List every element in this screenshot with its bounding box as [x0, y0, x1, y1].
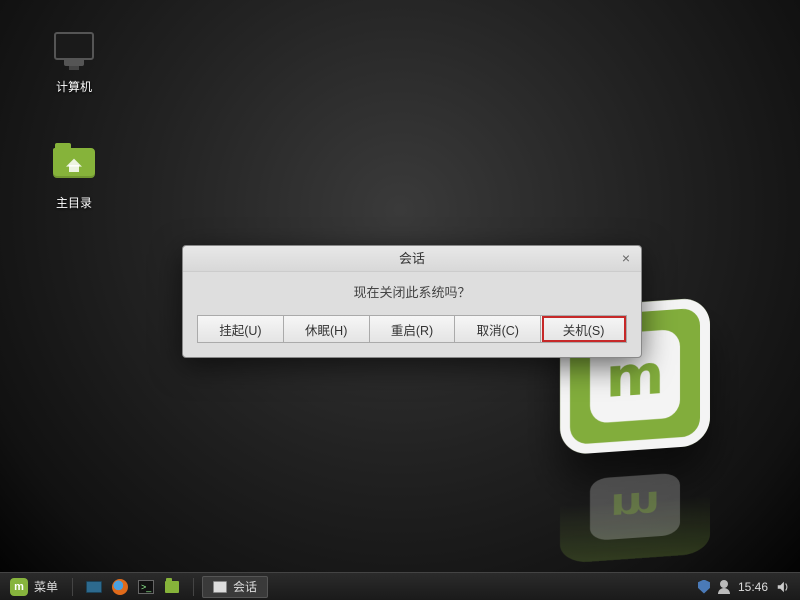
hibernate-button[interactable]: 休眠(H): [284, 315, 370, 343]
shutdown-button[interactable]: 关机(S): [541, 315, 627, 343]
files-launcher[interactable]: [161, 577, 183, 597]
restart-button[interactable]: 重启(R): [370, 315, 456, 343]
session-dialog: 会话 × 现在关闭此系统吗？ 挂起(U) 休眠(H) 重启(R) 取消(C) 关…: [182, 245, 642, 358]
firefox-launcher[interactable]: [109, 577, 131, 597]
clock[interactable]: 15:46: [738, 580, 768, 594]
dialog-title: 会话: [399, 251, 425, 266]
system-tray: 15:46: [688, 580, 800, 594]
taskbar-separator: [72, 578, 73, 596]
dialog-message: 现在关闭此系统吗？: [197, 282, 627, 301]
dialog-close-button[interactable]: ×: [617, 250, 635, 268]
cancel-button[interactable]: 取消(C): [455, 315, 541, 343]
taskbar: m 菜单 >_ 会话 15:46: [0, 572, 800, 600]
volume-icon: [776, 580, 790, 594]
user-icon: [718, 580, 730, 594]
dialog-icon: [213, 581, 227, 593]
security-tray-icon[interactable]: [698, 580, 710, 594]
user-tray-icon[interactable]: [718, 580, 730, 594]
desktop-icon-computer[interactable]: 计算机: [34, 32, 114, 95]
firefox-icon: [112, 579, 128, 595]
task-label: 会话: [233, 578, 257, 595]
show-desktop-launcher[interactable]: [83, 577, 105, 597]
dialog-button-row: 挂起(U) 休眠(H) 重启(R) 取消(C) 关机(S): [197, 315, 627, 343]
terminal-launcher[interactable]: >_: [135, 577, 157, 597]
terminal-icon: >_: [138, 580, 154, 594]
menu-label: 菜单: [34, 578, 58, 595]
computer-icon: [50, 32, 98, 74]
clock-text: 15:46: [738, 580, 768, 594]
desktop-icon-home[interactable]: 主目录: [34, 140, 114, 211]
shield-icon: [698, 580, 710, 594]
desktop-icon-label: 计算机: [34, 78, 114, 95]
files-icon: [165, 581, 179, 593]
desktop-icon: [86, 581, 102, 593]
quick-launch: >_: [77, 577, 189, 597]
mint-logo-icon: m: [10, 578, 28, 596]
desktop-icon-label: 主目录: [34, 194, 114, 211]
taskbar-task-session[interactable]: 会话: [202, 576, 268, 598]
volume-tray-icon[interactable]: [776, 580, 790, 594]
home-folder-icon: [50, 148, 98, 190]
menu-button[interactable]: m 菜单: [0, 573, 68, 600]
taskbar-separator: [193, 578, 194, 596]
suspend-button[interactable]: 挂起(U): [197, 315, 284, 343]
dialog-titlebar[interactable]: 会话 ×: [183, 246, 641, 272]
